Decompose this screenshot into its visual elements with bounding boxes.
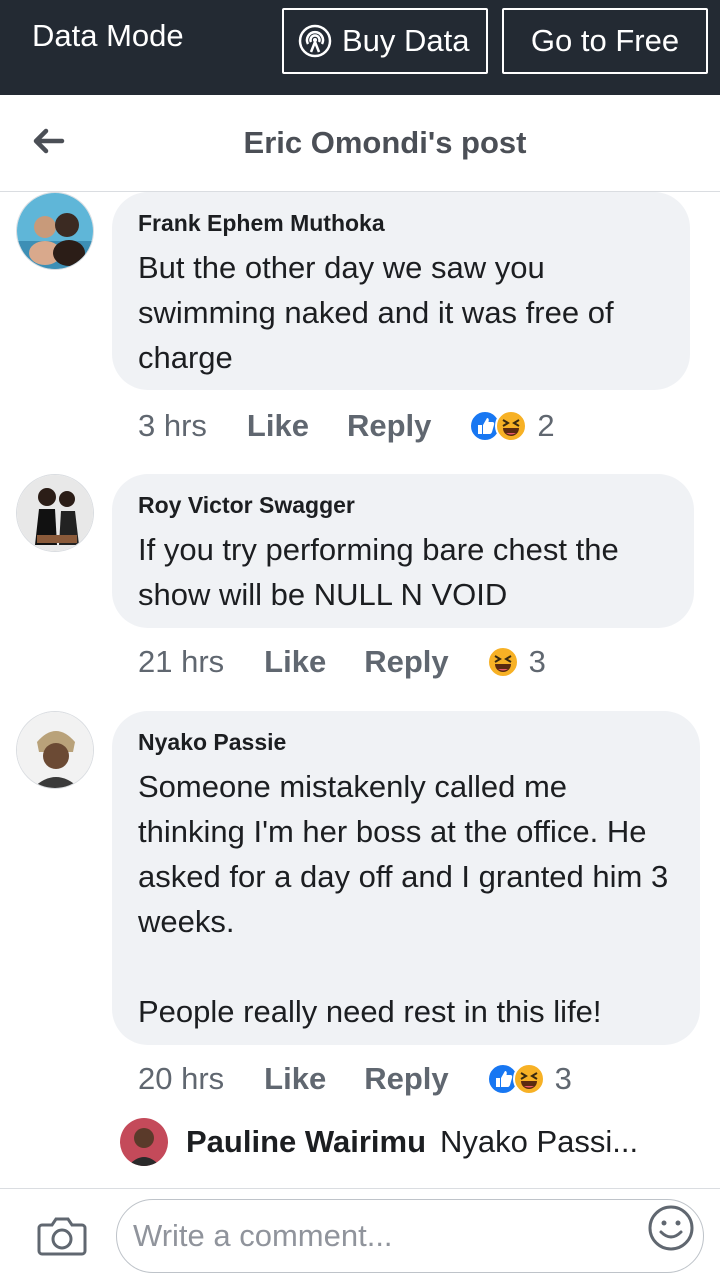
haha-icon [512, 1063, 545, 1095]
haha-icon [495, 410, 528, 442]
like-button[interactable]: Like [264, 644, 326, 680]
comment-bubble[interactable]: Frank Ephem Muthoka But the other day we… [112, 192, 690, 390]
comment-time[interactable]: 3 hrs [138, 408, 207, 444]
emoji-icon[interactable] [646, 1203, 696, 1253]
avatar[interactable] [16, 474, 94, 552]
reactions[interactable] [486, 1063, 545, 1095]
avatar[interactable] [16, 192, 94, 270]
reaction-count[interactable]: 2 [537, 408, 554, 444]
comment-author[interactable]: Frank Ephem Muthoka [138, 210, 664, 237]
avatar[interactable] [16, 711, 94, 789]
page-title: Eric Omondi's post [243, 125, 527, 160]
comment-time[interactable]: 21 hrs [138, 644, 224, 680]
data-mode-bar: Data Mode Buy Data Go to Free [0, 0, 720, 95]
comment-author[interactable]: Nyako Passie [138, 729, 674, 756]
reply-text: Nyako Passi... [440, 1124, 639, 1159]
reaction-count[interactable]: 3 [555, 1061, 572, 1097]
comment-text: But the other day we saw you swimming na… [138, 250, 623, 375]
reaction-count[interactable]: 3 [529, 644, 546, 680]
comment-author[interactable]: Roy Victor Swagger [138, 492, 668, 519]
comment-bubble[interactable]: Nyako Passie Someone mistakenly called m… [112, 711, 700, 1045]
buy-data-button[interactable]: Buy Data [282, 8, 488, 74]
comment-actions: 20 hrs Like Reply 3 [138, 1061, 572, 1097]
buy-data-label: Buy Data [342, 23, 470, 58]
comment-actions: 21 hrs Like Reply 3 [138, 644, 546, 680]
reply-preview[interactable]: Pauline Wairimu Nyako Passi... [120, 1118, 638, 1166]
post-header: Eric Omondi's post [0, 95, 720, 192]
reply-button[interactable]: Reply [347, 408, 431, 444]
go-to-free-button[interactable]: Go to Free [502, 8, 708, 74]
avatar[interactable] [120, 1118, 168, 1166]
broadcast-icon [298, 24, 332, 58]
haha-icon [486, 646, 519, 678]
comment-bubble[interactable]: Roy Victor Swagger If you try performing… [112, 474, 694, 628]
camera-icon[interactable] [36, 1211, 88, 1259]
go-to-free-label: Go to Free [530, 23, 680, 58]
comment-composer: Write a comment... [0, 1188, 720, 1284]
reply-button[interactable]: Reply [364, 1061, 448, 1097]
comment-time[interactable]: 20 hrs [138, 1061, 224, 1097]
data-mode-label: Data Mode [32, 18, 184, 53]
like-button[interactable]: Like [264, 1061, 326, 1097]
reactions[interactable] [469, 410, 528, 442]
comment-input[interactable]: Write a comment... [116, 1199, 704, 1273]
reply-button[interactable]: Reply [364, 644, 448, 680]
comment-actions: 3 hrs Like Reply 2 [138, 408, 555, 444]
reactions[interactable] [486, 646, 519, 678]
comment-text: If you try performing bare chest the sho… [138, 532, 628, 612]
reply-author[interactable]: Pauline Wairimu [186, 1124, 426, 1160]
comment-text: Someone mistakenly called me thinking I'… [138, 769, 669, 1029]
like-button[interactable]: Like [247, 408, 309, 444]
